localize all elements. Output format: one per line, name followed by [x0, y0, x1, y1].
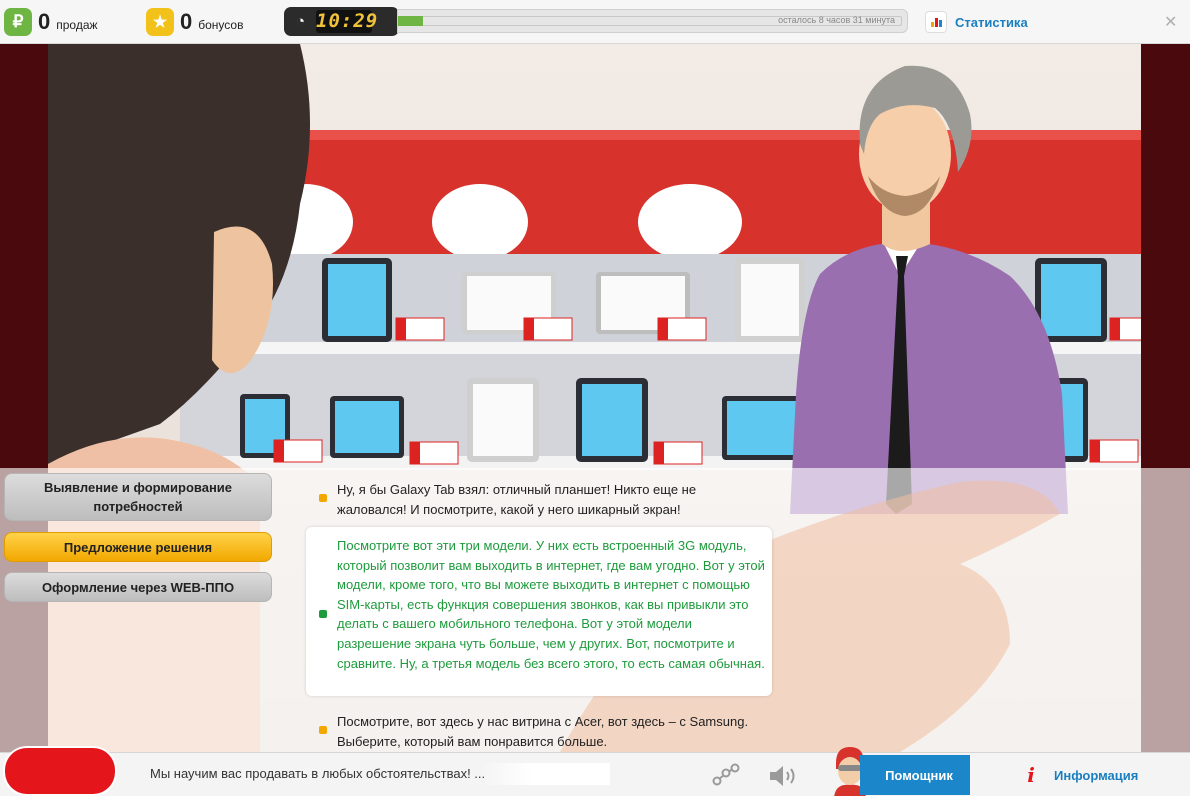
sales-label: продаж	[56, 18, 98, 32]
answer-option-text: Посмотрите вот эти три модели. У них ест…	[337, 538, 765, 671]
close-icon[interactable]: ✕	[1164, 12, 1177, 32]
ticker-text: Мы научим вас продавать в любых обстояте…	[150, 766, 486, 781]
stage-web-ppo[interactable]: Оформление через WEB-ППО	[4, 572, 272, 602]
stage-solution-offer[interactable]: Предложение решения	[4, 532, 272, 562]
answer-option-selected[interactable]: Посмотрите вот эти три модели. У них ест…	[319, 536, 769, 673]
bar-chart-icon	[925, 11, 947, 33]
answer-option-text: Ну, я бы Galaxy Tab взял: отличный планш…	[337, 482, 697, 517]
sales-counter: ₽ 0 продаж	[4, 7, 98, 37]
sound-icon[interactable]	[768, 764, 798, 788]
bonus-count: 0	[180, 9, 193, 34]
share-icon[interactable]	[712, 763, 740, 787]
top-bar: ₽ 0 продаж ★ 0 бонусов ◔ 10:29 осталось …	[0, 0, 1190, 44]
bonus-label: бонусов	[198, 18, 244, 32]
information-label: Информация	[1054, 767, 1139, 783]
time-remaining-text: осталось 8 часов 31 минута	[778, 15, 895, 25]
bonus-counter: ★ 0 бонусов	[146, 7, 243, 37]
clock-icon: ◔	[295, 13, 306, 30]
statistics-link[interactable]: Статистика	[925, 10, 1028, 34]
brand-logo[interactable]	[5, 748, 115, 794]
bullet-icon	[319, 726, 327, 734]
info-icon: i	[1027, 763, 1035, 787]
sales-count: 0	[38, 9, 51, 34]
bullet-icon	[319, 610, 327, 618]
information-link[interactable]: i Информация	[1020, 763, 1138, 787]
ruble-icon: ₽	[4, 8, 32, 36]
stage-label: Оформление через WEB-ППО	[41, 579, 235, 595]
game-timer: ◔ 10:29	[284, 7, 399, 36]
stage-label: Предложение решения	[63, 539, 213, 555]
answer-option[interactable]: Ну, я бы Galaxy Tab взял: отличный планш…	[319, 480, 737, 519]
answer-option-text: Посмотрите, вот здесь у нас витрина с Ac…	[337, 714, 749, 749]
statistics-label: Статистика	[955, 14, 1028, 30]
star-icon: ★	[146, 8, 174, 36]
timer-digits: 10:29	[316, 10, 379, 33]
answer-option[interactable]: Посмотрите, вот здесь у нас витрина с Ac…	[319, 712, 772, 751]
stage-needs-identification[interactable]: Выявление и формирование потребностей	[4, 473, 272, 521]
time-progress-bar: осталось 8 часов 31 минута	[397, 9, 908, 33]
stage-label: Выявление и формирование потребностей	[43, 480, 233, 514]
helper-button[interactable]: Помощник	[860, 755, 970, 795]
bottom-bar: Мы научим вас продавать в любых обстояте…	[0, 747, 1190, 796]
time-progress-fill	[398, 16, 424, 26]
bullet-icon	[319, 494, 327, 502]
